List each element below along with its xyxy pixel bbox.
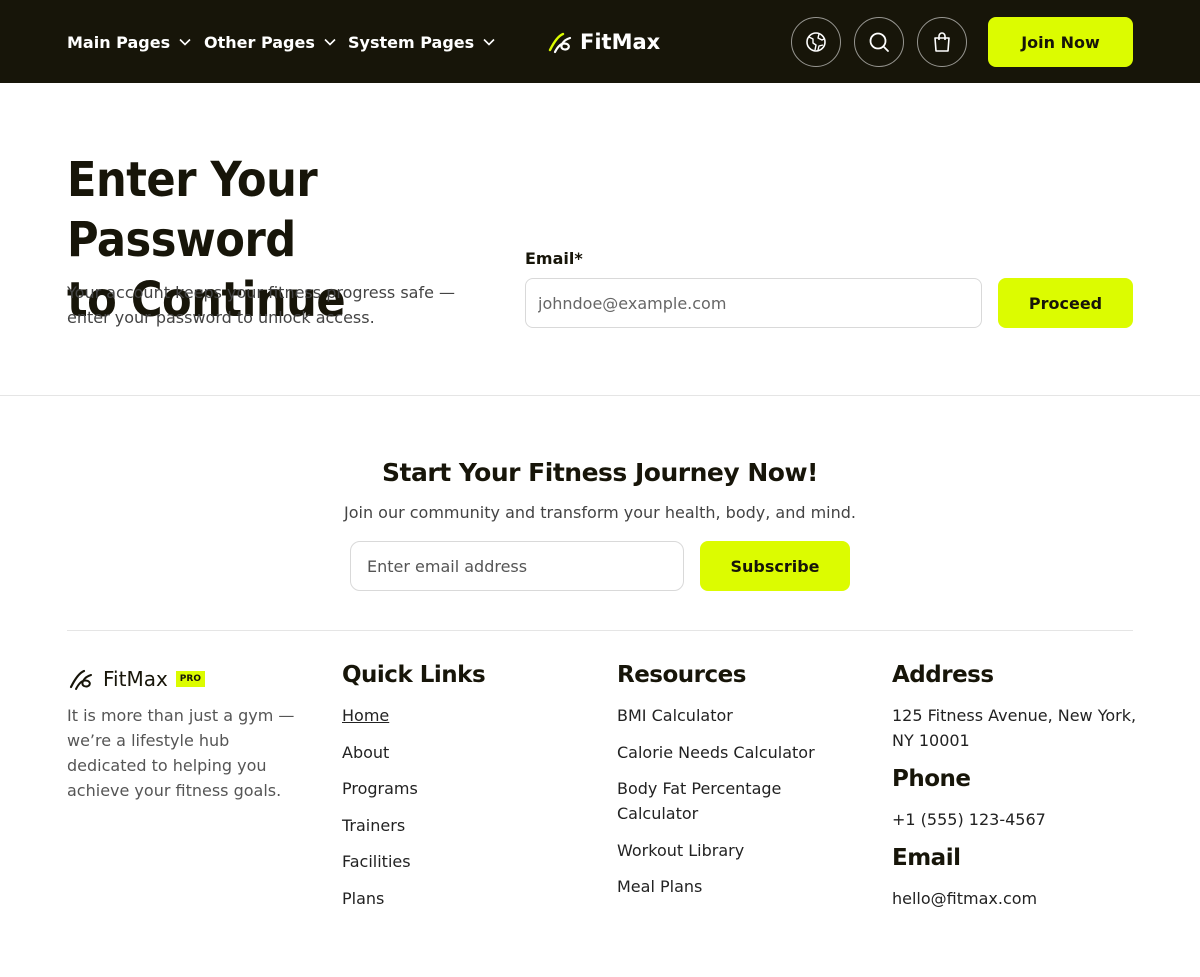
page-description: Your account keeps your fitness progress… (67, 283, 456, 327)
nav-system-pages-label: System Pages (348, 32, 475, 52)
address-value: 125 Fitness Avenue, New York, NY 10001 (892, 706, 1137, 750)
pro-badge: PRO (175, 671, 205, 687)
search-button[interactable] (854, 17, 904, 67)
footer-link-meal-plans[interactable]: Meal Plans (617, 874, 702, 899)
join-now-button[interactable]: Join Now (988, 17, 1133, 67)
phone-value[interactable]: +1 (555) 123-4567 (892, 807, 1046, 832)
chevron-down-icon (324, 38, 336, 46)
site-header: Main Pages Other Pages System Pages FitM… (0, 0, 1200, 83)
footer-brand-name: FitMax (103, 667, 168, 691)
fitmax-logo-icon (69, 669, 92, 690)
footer-link-about[interactable]: About (342, 740, 389, 765)
search-icon (869, 32, 889, 52)
page-title-line1: Enter Your Password (67, 152, 318, 268)
email-value[interactable]: hello@fitmax.com (892, 886, 1037, 911)
email-title: Email (892, 845, 961, 871)
footer-link-plans[interactable]: Plans (342, 886, 384, 911)
newsletter-email-input[interactable] (350, 541, 684, 591)
footer-logo[interactable]: FitMax PRO (67, 666, 205, 692)
fitmax-logo-icon (548, 32, 572, 54)
brand-logo[interactable]: FitMax (546, 27, 660, 57)
cart-button[interactable] (917, 17, 967, 67)
footer-divider (67, 630, 1133, 631)
phone-title: Phone (892, 766, 971, 792)
shopping-bag-icon (934, 32, 950, 52)
address-title: Address (892, 662, 994, 688)
chevron-down-icon (179, 38, 191, 46)
globe-button[interactable] (791, 17, 841, 67)
cta-description: Join our community and transform your he… (343, 503, 857, 522)
nav-main-pages[interactable]: Main Pages (67, 31, 192, 53)
email-field[interactable] (525, 278, 982, 328)
cta-title: Start Your Fitness Journey Now! (382, 458, 818, 487)
chevron-down-icon (483, 38, 495, 46)
nav-system-pages[interactable]: System Pages (348, 31, 496, 53)
footer-description: It is more than just a gym — we’re a lif… (67, 706, 295, 800)
email-label: Email* (525, 249, 583, 268)
nav-other-pages[interactable]: Other Pages (204, 31, 337, 53)
quick-links-title: Quick Links (342, 662, 486, 688)
footer-link-bmi-calculator[interactable]: BMI Calculator (617, 703, 733, 728)
brand-name: FitMax (580, 30, 661, 54)
subscribe-button[interactable]: Subscribe (700, 541, 850, 591)
nav-main-pages-label: Main Pages (67, 32, 171, 52)
proceed-button[interactable]: Proceed (998, 278, 1133, 328)
footer-link-calorie-calculator[interactable]: Calorie Needs Calculator (617, 740, 815, 765)
section-divider (0, 395, 1200, 396)
footer-link-trainers[interactable]: Trainers (342, 813, 405, 838)
globe-icon (806, 32, 826, 52)
nav-other-pages-label: Other Pages (204, 32, 315, 52)
footer-link-workout-library[interactable]: Workout Library (617, 838, 744, 863)
resources-title: Resources (617, 662, 746, 688)
footer-link-home[interactable]: Home (342, 703, 389, 728)
footer-link-body-fat-calculator[interactable]: Body Fat Percentage Calculator (617, 776, 817, 826)
footer-link-programs[interactable]: Programs (342, 776, 418, 801)
footer-link-facilities[interactable]: Facilities (342, 849, 411, 874)
